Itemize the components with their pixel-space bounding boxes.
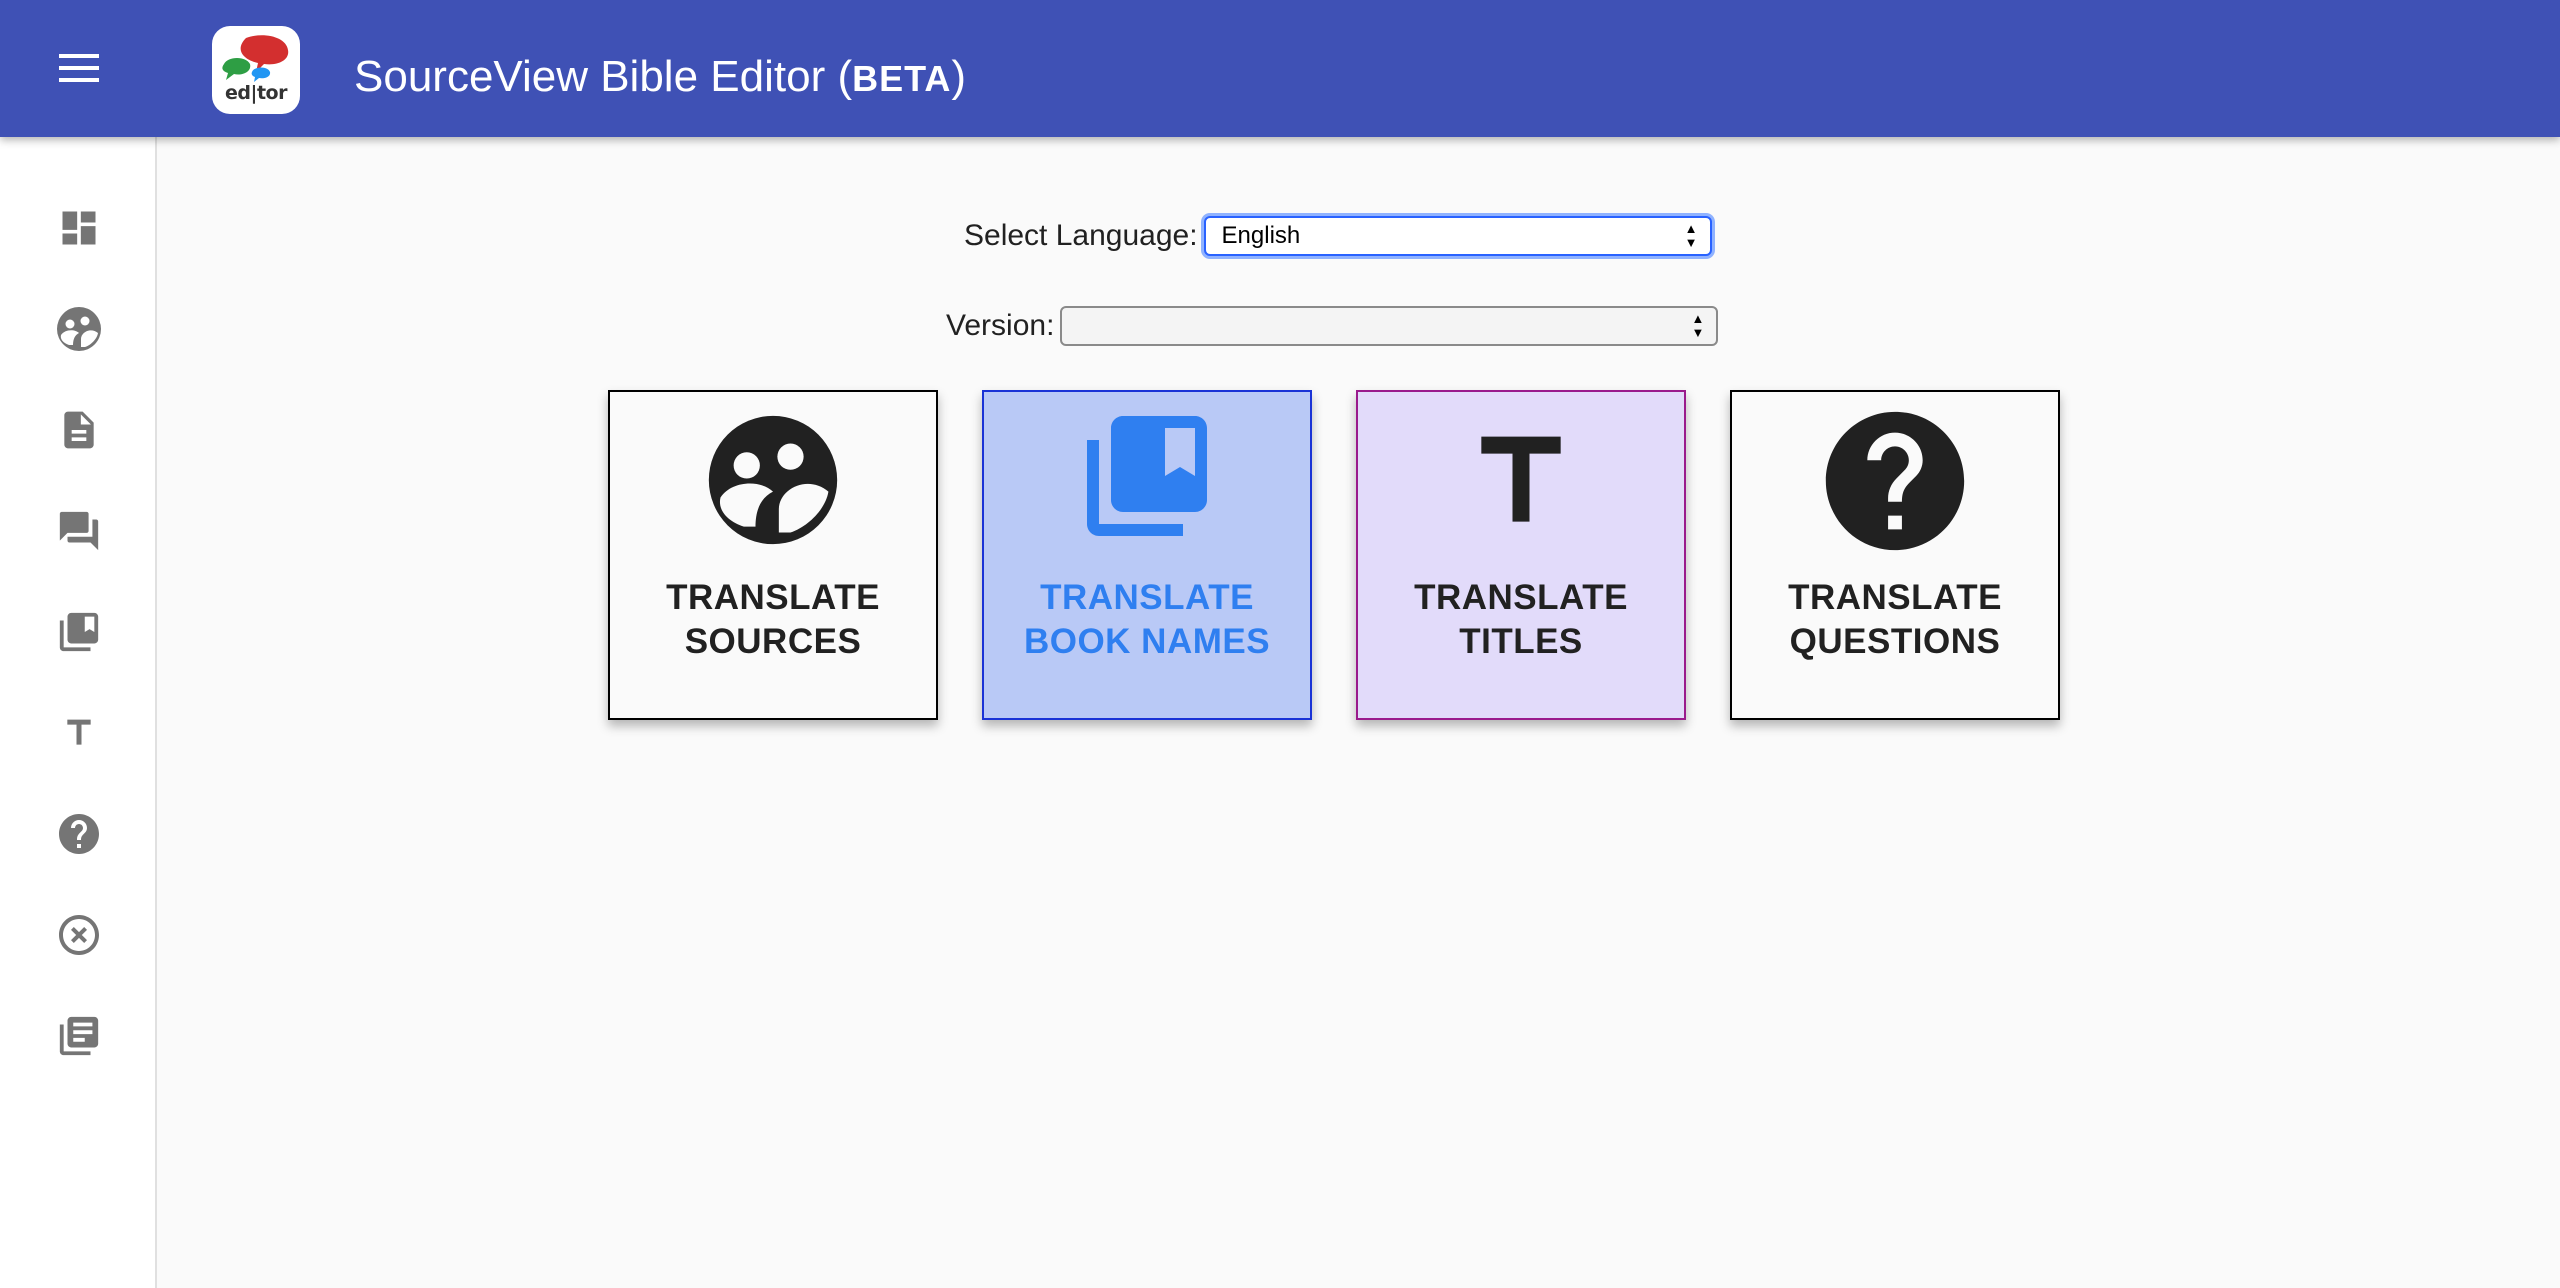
sources-icon — [57, 307, 101, 351]
help-icon — [59, 814, 99, 854]
card-label-line2: QUESTIONS — [1789, 622, 2001, 661]
card-label: TRANSLATE SOURCES — [620, 576, 926, 664]
title-text-icon — [67, 719, 91, 745]
translate-book-names-card[interactable]: TRANSLATE BOOK NAMES — [982, 390, 1312, 720]
sidebar-item-questions[interactable] — [38, 490, 120, 572]
language-select[interactable]: English ▲ ▼ — [1203, 216, 1712, 256]
card-label: TRANSLATE QUESTIONS — [1742, 576, 2048, 664]
sidebar-item-help[interactable] — [38, 793, 120, 875]
sidebar-item-sources[interactable] — [38, 288, 120, 370]
sidebar-item-cancel[interactable] — [38, 894, 120, 976]
logo-text: ed|tor — [225, 82, 287, 104]
language-label: Select Language: — [964, 219, 1198, 252]
questions-chat-icon — [59, 511, 99, 551]
select-arrows-icon: ▲ ▼ — [1684, 221, 1698, 250]
document-icon — [64, 411, 94, 449]
translate-sources-card[interactable]: TRANSLATE SOURCES — [608, 390, 938, 720]
card-label-line2: BOOK NAMES — [1023, 622, 1271, 661]
library-books-icon — [1087, 416, 1207, 536]
language-row: Select Language: English ▲ ▼ — [964, 214, 1712, 258]
app-title: SourceView Bible Editor (BETA) — [354, 55, 966, 99]
card-label-line2: TITLES — [1459, 622, 1583, 661]
dashboard-icon — [62, 211, 96, 245]
menu-button[interactable] — [42, 40, 116, 96]
article-list-icon — [59, 1016, 99, 1056]
card-label-line1: TRANSLATE — [1414, 578, 1628, 617]
select-arrows-icon: ▲ ▼ — [1691, 311, 1705, 340]
app-logo: ed|tor — [212, 26, 300, 114]
sidebar-item-dashboard[interactable] — [38, 187, 120, 269]
translate-titles-card[interactable]: TRANSLATE TITLES — [1356, 390, 1686, 720]
card-label-line1: TRANSLATE — [1040, 578, 1254, 617]
app-title-close: ) — [951, 52, 967, 101]
card-label-line1: TRANSLATE — [666, 578, 880, 617]
translate-questions-card[interactable]: TRANSLATE QUESTIONS — [1730, 390, 2060, 720]
language-select-value: English — [1221, 222, 1301, 249]
card-label: TRANSLATE TITLES — [1368, 576, 1674, 664]
menu-icon — [59, 54, 99, 82]
library-books-icon — [59, 612, 99, 652]
app-title-text: SourceView Bible Editor ( — [354, 52, 853, 101]
title-text-icon — [1481, 436, 1561, 522]
sidebar — [0, 137, 157, 1288]
card-label: TRANSLATE BOOK NAMES — [994, 576, 1300, 664]
version-row: Version: ▲ ▼ — [946, 304, 1719, 348]
sidebar-item-document[interactable] — [38, 389, 120, 471]
sidebar-item-articles[interactable] — [38, 995, 120, 1077]
version-select[interactable]: ▲ ▼ — [1060, 306, 1719, 346]
version-label: Version: — [946, 309, 1055, 342]
app-bar: ed|tor SourceView Bible Editor (BETA) — [0, 0, 2560, 137]
sidebar-item-titles[interactable] — [38, 692, 120, 774]
card-label-line2: SOURCES — [684, 622, 862, 661]
beta-label: BETA — [852, 58, 952, 99]
card-label-line1: TRANSLATE — [1788, 578, 2002, 617]
cancel-icon — [59, 915, 99, 955]
sidebar-item-book-names[interactable] — [38, 591, 120, 673]
help-icon — [1825, 411, 1965, 551]
sources-icon — [708, 415, 838, 545]
